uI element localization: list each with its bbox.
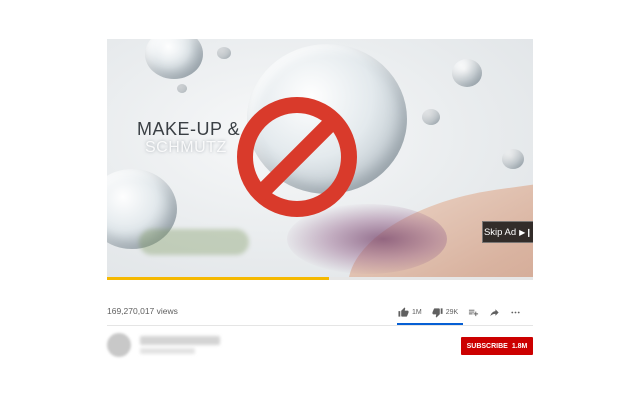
- thumbs-up-icon: [398, 306, 409, 317]
- progress-bar[interactable]: [107, 277, 533, 280]
- more-button[interactable]: [510, 307, 521, 318]
- dislike-count: 29K: [445, 308, 459, 316]
- ad-headline: MAKE-UP &: [137, 119, 241, 139]
- ad-subheadline: SCHMUTZ: [145, 139, 227, 156]
- water-droplet: [452, 59, 482, 87]
- channel-subscribers: [140, 348, 195, 354]
- video-actions: 1M 29K: [398, 303, 531, 321]
- channel-avatar[interactable]: [107, 333, 131, 357]
- more-icon: [511, 311, 520, 313]
- divider: [107, 325, 533, 326]
- subscribe-label: SUBSCRIBE: [466, 342, 508, 350]
- video-title: [107, 290, 347, 302]
- add-to-playlist-button[interactable]: [468, 307, 479, 318]
- skip-next-icon: ▶❙: [519, 227, 533, 237]
- share-icon: [490, 308, 499, 316]
- dislike-button[interactable]: 29K: [432, 307, 458, 318]
- subscriber-count: 1.8M: [511, 342, 528, 350]
- page: MAKE-UP & SCHMUTZ Skip Ad ▶❙ 169,270,017…: [0, 0, 640, 400]
- like-count: 1M: [412, 308, 422, 316]
- water-droplet: [502, 149, 524, 169]
- thumbs-down-icon: [432, 307, 443, 318]
- water-droplet: [422, 109, 440, 125]
- brand-logo: [139, 229, 249, 255]
- water-droplet: [145, 39, 203, 79]
- progress-bar-fill: [107, 277, 329, 280]
- view-count: 169,270,017 views: [107, 306, 178, 316]
- no-entry-icon: [237, 97, 357, 217]
- skip-ad-button[interactable]: Skip Ad ▶❙: [482, 221, 533, 243]
- channel-name[interactable]: [140, 336, 220, 345]
- skip-ad-label: Skip Ad: [483, 226, 517, 238]
- water-droplet: [177, 84, 187, 93]
- share-button[interactable]: [489, 307, 500, 318]
- water-droplet: [217, 47, 231, 59]
- add-to-playlist-icon: [469, 309, 479, 316]
- like-button[interactable]: 1M: [398, 306, 422, 318]
- subscribe-button[interactable]: SUBSCRIBE 1.8M: [461, 337, 533, 355]
